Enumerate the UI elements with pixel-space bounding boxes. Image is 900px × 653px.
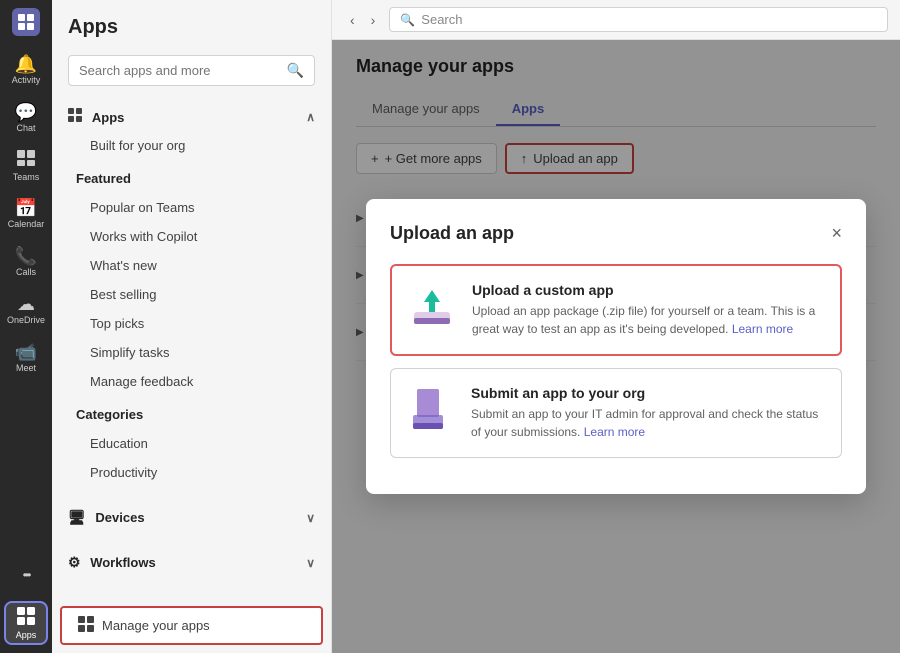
devices-section: 🖥 Devices ∨ [52,495,331,540]
nav-arrows: ‹ › [344,8,381,32]
upload-custom-title: Upload a custom app [472,282,824,298]
workflows-section: ⚙ Workflows ∨ [52,540,331,585]
rail-item-meet[interactable]: 📹 Meet [4,336,48,380]
onedrive-icon: ☁ [17,295,35,313]
manage-apps-icon [78,616,94,635]
upload-custom-learn-more[interactable]: Learn more [732,322,793,336]
sidebar: Apps 🔍 Apps ∧ Built for your org Feature… [52,0,332,653]
sidebar-item-whats-new[interactable]: What's new [60,251,323,280]
devices-section-header[interactable]: 🖥 Devices ∨ [52,503,331,532]
upload-app-modal: Upload an app × [366,199,866,494]
upload-custom-content: Upload a custom app Upload an app packag… [472,282,824,338]
apps-section-header[interactable]: Apps ∧ [52,102,331,131]
modal-overlay[interactable]: Upload an app × [332,40,900,653]
top-search-bar[interactable]: 🔍 Search [389,7,888,32]
teams-icon [17,150,35,170]
apps-section: Apps ∧ Built for your org Featured Popul… [52,94,331,495]
activity-icon: 🔔 [15,55,37,73]
upload-custom-icon [408,282,456,330]
sidebar-item-productivity[interactable]: Productivity [60,458,323,487]
submit-org-icon [407,385,455,433]
apps-section-label: Apps [92,110,125,125]
sidebar-item-best-selling[interactable]: Best selling [60,280,323,309]
search-input[interactable] [79,63,281,78]
left-rail: 🔔 Activity 💬 Chat Teams 📅 Calendar 📞 Cal… [0,0,52,653]
meet-icon: 📹 [15,343,37,361]
search-icon: 🔍 [287,62,304,79]
apps-chevron-icon: ∧ [306,110,315,124]
sidebar-item-top-picks[interactable]: Top picks [60,309,323,338]
more-icon: ••• [23,569,30,581]
devices-icon: 🖥 [68,509,86,525]
rail-item-calls[interactable]: 📞 Calls [4,240,48,284]
search-box[interactable]: 🔍 [68,55,315,86]
workflows-section-header[interactable]: ⚙ Workflows ∨ [52,548,331,577]
submit-org-option[interactable]: Submit an app to your org Submit an app … [390,368,842,458]
content-area: Manage your apps Manage your apps Apps +… [332,40,900,653]
modal-close-button[interactable]: × [831,223,842,244]
sidebar-item-education[interactable]: Education [60,429,323,458]
submit-org-content: Submit an app to your org Submit an app … [471,385,825,441]
devices-label: Devices [95,510,144,525]
submit-org-desc: Submit an app to your IT admin for appro… [471,405,825,441]
app-logo [12,8,40,36]
upload-custom-desc: Upload an app package (.zip file) for yo… [472,302,824,338]
workflows-icon: ⚙ [68,554,81,570]
sidebar-item-popular[interactable]: Popular on Teams [60,193,323,222]
sidebar-item-built[interactable]: Built for your org [60,131,323,160]
rail-item-teams[interactable]: Teams [4,144,48,188]
manage-apps-label: Manage your apps [102,618,210,633]
calls-icon: 📞 [15,247,37,265]
modal-title: Upload an app [390,223,514,244]
apps-icon [17,607,35,628]
sidebar-featured-header: Featured [60,164,323,193]
sidebar-item-simplify[interactable]: Simplify tasks [60,338,323,367]
forward-button[interactable]: › [365,8,382,32]
top-bar: ‹ › 🔍 Search [332,0,900,40]
rail-item-activity[interactable]: 🔔 Activity [4,48,48,92]
main-content: ‹ › 🔍 Search Manage your apps Manage you… [332,0,900,653]
sidebar-categories-header: Categories [60,400,323,429]
rail-item-chat[interactable]: 💬 Chat [4,96,48,140]
manage-apps-item[interactable]: Manage your apps [60,606,323,645]
top-search-icon: 🔍 [400,13,415,27]
upload-custom-app-option[interactable]: Upload a custom app Upload an app packag… [390,264,842,356]
top-search-placeholder: Search [421,12,462,27]
submit-org-title: Submit an app to your org [471,385,825,401]
workflows-chevron-icon: ∨ [306,556,315,570]
rail-item-onedrive[interactable]: ☁ OneDrive [4,288,48,332]
sidebar-title: Apps [52,0,331,47]
workflows-label: Workflows [90,555,156,570]
calendar-icon: 📅 [15,199,37,217]
rail-item-apps[interactable]: Apps [4,601,48,645]
modal-header: Upload an app × [390,223,842,244]
submit-org-learn-more[interactable]: Learn more [584,425,645,439]
chat-icon: 💬 [15,103,37,121]
rail-item-more[interactable]: ••• [4,553,48,597]
sidebar-item-feedback[interactable]: Manage feedback [60,367,323,396]
back-button[interactable]: ‹ [344,8,361,32]
apps-section-icon [68,109,86,125]
devices-chevron-icon: ∨ [306,511,315,525]
sidebar-item-copilot[interactable]: Works with Copilot [60,222,323,251]
rail-item-calendar[interactable]: 📅 Calendar [4,192,48,236]
